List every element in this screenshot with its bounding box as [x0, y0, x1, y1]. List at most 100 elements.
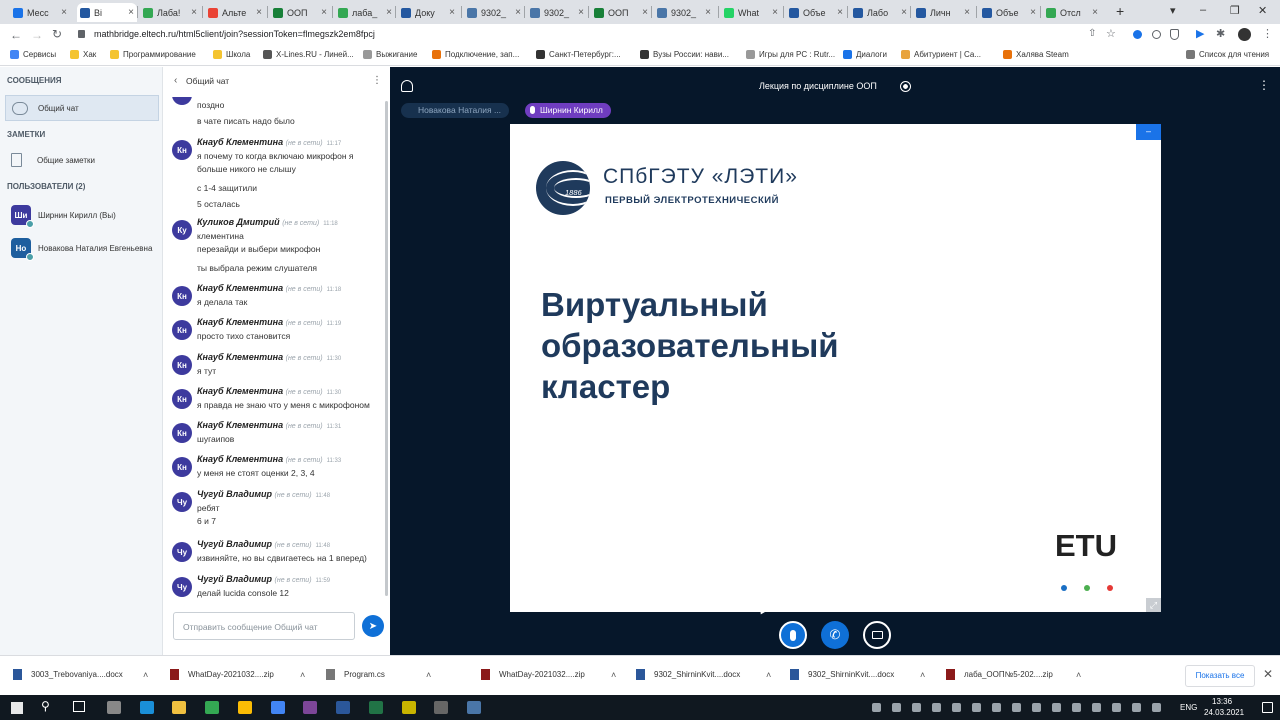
- tray-icon[interactable]: [972, 703, 981, 712]
- bookmark-item[interactable]: Санкт-Петербург:...: [536, 50, 621, 59]
- new-tab-button[interactable]: +: [1116, 3, 1124, 19]
- send-button[interactable]: ➤: [362, 615, 384, 637]
- tab-9[interactable]: ООП ×: [591, 3, 651, 22]
- download-item[interactable]: 9302_ShirninKvit....docx ˄: [636, 669, 771, 680]
- tray-icon[interactable]: [1032, 703, 1041, 712]
- microphone-button[interactable]: [779, 621, 807, 649]
- close-tab-icon[interactable]: ×: [125, 7, 137, 18]
- bookmark-star-icon[interactable]: ☆: [1106, 27, 1116, 40]
- show-all-downloads-button[interactable]: Показать все: [1185, 665, 1255, 687]
- tray-icon[interactable]: [872, 703, 881, 712]
- tab-12[interactable]: Объе ×: [786, 3, 846, 22]
- close-icon[interactable]: ✕: [1263, 667, 1273, 681]
- chevron-up-icon[interactable]: ˄: [1076, 670, 1081, 680]
- tray-icon[interactable]: [1112, 703, 1121, 712]
- tray-icon[interactable]: [992, 703, 1001, 712]
- profile-avatar-icon[interactable]: [1238, 28, 1251, 41]
- tab-13[interactable]: Лабо ×: [850, 3, 910, 22]
- lock-icon[interactable]: [78, 30, 85, 38]
- user-item[interactable]: Но Новакова Наталия Евгеньевна: [5, 237, 159, 261]
- chat-options-icon[interactable]: ⋮: [372, 75, 382, 86]
- forward-icon[interactable]: →: [31, 28, 43, 42]
- tab-15[interactable]: Объе ×: [979, 3, 1039, 22]
- excel-icon[interactable]: [369, 701, 383, 714]
- tab-11[interactable]: What ×: [721, 3, 781, 22]
- close-tab-icon[interactable]: ×: [253, 7, 265, 18]
- download-item[interactable]: WhatDay-2021032....zip ˄: [170, 669, 305, 680]
- tor-icon[interactable]: [303, 701, 317, 714]
- bookmark-item[interactable]: X-Lines.RU - Линей...: [263, 50, 354, 59]
- close-tab-icon[interactable]: ×: [575, 7, 587, 18]
- bookmark-item[interactable]: Халява Steam: [1003, 50, 1069, 59]
- extension-icon[interactable]: [1152, 30, 1161, 39]
- close-window-icon[interactable]: ✕: [1258, 4, 1267, 17]
- windows-start-icon[interactable]: [11, 702, 23, 714]
- word-icon[interactable]: [336, 701, 350, 714]
- download-item[interactable]: 3003_Trebovaniya....docx ˄: [13, 669, 148, 680]
- search-icon[interactable]: ⚲: [41, 699, 50, 713]
- tray-icon[interactable]: [892, 703, 901, 712]
- bookmark-item[interactable]: Школа: [213, 50, 250, 59]
- close-tab-icon[interactable]: ×: [446, 7, 458, 18]
- app-icon[interactable]: [434, 701, 448, 714]
- reload-icon[interactable]: ↻: [52, 27, 62, 41]
- bookmark-item[interactable]: Сервисы: [10, 50, 56, 59]
- tray-icon[interactable]: [912, 703, 921, 712]
- taskbar-language[interactable]: ENG: [1180, 703, 1197, 712]
- video-button[interactable]: [863, 621, 891, 649]
- close-tab-icon[interactable]: ×: [898, 7, 910, 18]
- tray-icon[interactable]: [1092, 703, 1101, 712]
- chat-scrollbar[interactable]: [385, 101, 388, 596]
- tab-0[interactable]: Месс ×: [10, 3, 70, 22]
- tray-icon[interactable]: [1152, 703, 1161, 712]
- tab-5[interactable]: лаба_ ×: [335, 3, 395, 22]
- tab-7[interactable]: 9302_ ×: [464, 3, 524, 22]
- tray-icon[interactable]: [1012, 703, 1021, 712]
- chevron-left-icon[interactable]: ‹: [174, 75, 177, 86]
- tab-16[interactable]: Отсл ×: [1043, 3, 1101, 22]
- close-tab-icon[interactable]: ×: [702, 7, 714, 18]
- options-menu-icon[interactable]: ⋮: [1258, 78, 1270, 92]
- chrome-icon[interactable]: [271, 701, 285, 714]
- close-tab-icon[interactable]: ×: [1089, 7, 1101, 18]
- minimize-presentation-button[interactable]: –: [1136, 124, 1161, 140]
- close-tab-icon[interactable]: ×: [188, 7, 200, 18]
- tab-2[interactable]: Лаба! ×: [140, 3, 200, 22]
- tab-8[interactable]: 9302_ ×: [527, 3, 587, 22]
- edge-icon[interactable]: [140, 701, 154, 714]
- taskbar-date[interactable]: 24.03.2021: [1204, 708, 1244, 717]
- play-icon[interactable]: ▶: [1196, 27, 1204, 40]
- tab-4[interactable]: ООП ×: [270, 3, 330, 22]
- tab-6[interactable]: Доку ×: [398, 3, 458, 22]
- close-tab-icon[interactable]: ×: [961, 7, 973, 18]
- chevron-up-icon[interactable]: ˄: [920, 670, 925, 680]
- bookmark-item[interactable]: Выжигание: [363, 50, 417, 59]
- chevron-up-icon[interactable]: ˄: [426, 670, 431, 680]
- tray-icon[interactable]: [932, 703, 941, 712]
- user-list-toggle-icon[interactable]: [401, 80, 413, 92]
- chevron-up-icon[interactable]: ˄: [143, 670, 148, 680]
- download-item[interactable]: WhatDay-2021032....zip ˄: [481, 669, 616, 680]
- user-item[interactable]: Ши Ширнин Кирилл (Вы): [5, 204, 159, 228]
- close-tab-icon[interactable]: ×: [834, 7, 846, 18]
- talker-badge[interactable]: Ширнин Кирилл: [525, 103, 611, 118]
- phone-button[interactable]: ✆: [821, 621, 849, 649]
- bookmark-item[interactable]: Игры для PC : Rutr...: [746, 50, 835, 59]
- tab-3[interactable]: Альте ×: [205, 3, 265, 22]
- chevron-up-icon[interactable]: ˄: [611, 670, 616, 680]
- public-chat-item[interactable]: Общий чат: [5, 95, 159, 121]
- tab-10[interactable]: 9302_ ×: [654, 3, 714, 22]
- tab-search-icon[interactable]: ▾: [1170, 4, 1176, 17]
- bookmark-item[interactable]: Диалоги: [843, 50, 887, 59]
- cortana-icon[interactable]: [107, 701, 121, 714]
- reading-list[interactable]: Список для чтения: [1186, 50, 1269, 59]
- bookmark-item[interactable]: Подключение, зап...: [432, 50, 519, 59]
- close-tab-icon[interactable]: ×: [318, 7, 330, 18]
- tab-14[interactable]: Личн ×: [913, 3, 973, 22]
- explorer-icon[interactable]: [172, 701, 186, 714]
- chrome-icon[interactable]: [238, 701, 252, 714]
- talker-badge[interactable]: Новакова Наталия ...: [401, 103, 510, 118]
- menu-icon[interactable]: ⋮: [1262, 27, 1273, 40]
- bookmark-item[interactable]: Хак: [70, 50, 96, 59]
- maximize-window-icon[interactable]: ❐: [1230, 4, 1240, 17]
